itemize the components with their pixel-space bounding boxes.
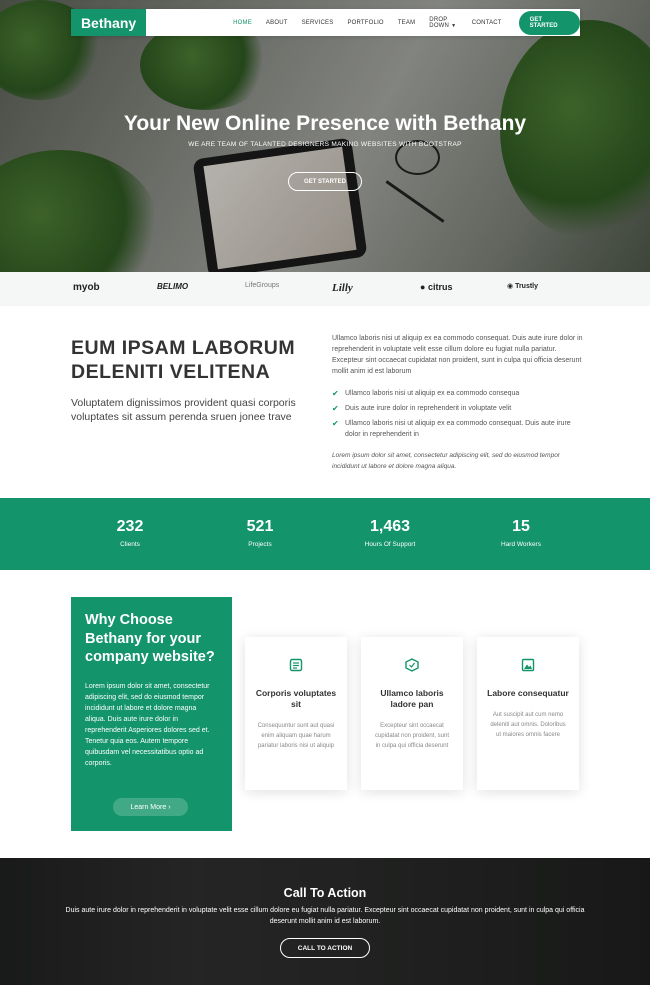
feature-card-title: Labore consequatur <box>487 688 569 698</box>
hero-section: Bethany HOME ABOUT SERVICES PORTFOLIO TE… <box>0 0 650 272</box>
nav-contact[interactable]: CONTACT <box>465 20 509 26</box>
client-logo-trustly: ◉ Trustly <box>507 283 539 290</box>
count-label: Projects <box>248 541 272 548</box>
client-name-trustly: Trustly <box>515 283 539 290</box>
cube-icon <box>361 658 463 672</box>
call-to-action-button[interactable]: CALL TO ACTION <box>280 938 370 958</box>
nav-about[interactable]: ABOUT <box>259 20 295 26</box>
client-name-citrus: citrus <box>427 282 453 292</box>
count-number: 15 <box>512 518 530 535</box>
client-logo-lifegroups: LifeGroups <box>245 282 280 289</box>
navbar: Bethany HOME ABOUT SERVICES PORTFOLIO TE… <box>71 9 580 36</box>
why-us-box: Why Choose Bethany for your company webs… <box>71 597 232 831</box>
client-logo-citrus: ● citrus <box>420 282 453 292</box>
count-number: 521 <box>246 518 274 535</box>
about-paragraph: Ullamco laboris nisi ut aliquip ex ea co… <box>332 335 583 375</box>
check-icon: ✔ <box>332 389 339 398</box>
about-title: EUM IPSAM LABORUM DELENITI VELITENA <box>71 337 296 383</box>
feature-card: Corporis voluptates sit Consequuntur sun… <box>245 637 347 790</box>
chevron-down-icon: ▼ <box>451 22 457 29</box>
about-lead: Voluptatem dignissimos provident quasi c… <box>71 397 296 423</box>
client-logo-lilly: Lilly <box>332 282 353 294</box>
get-started-button[interactable]: GET STARTED <box>288 172 362 191</box>
get-started-nav-button[interactable]: GET STARTED <box>518 10 580 35</box>
document-icon <box>245 658 347 672</box>
count-workers: 15 Hard Workers <box>471 518 571 548</box>
nav-dropdown-label: DROP DOWN <box>429 16 450 29</box>
feature-card-title: Corporis voluptates sit <box>255 688 337 709</box>
why-us-text: Lorem ipsum dolor sit amet, consectetur … <box>85 682 210 767</box>
count-label: Clients <box>120 541 140 548</box>
count-clients: 232 Clients <box>80 518 180 548</box>
client-logo-myob: myob <box>73 282 100 293</box>
feature-card-title: Ullamco laboris ladore pan <box>380 688 444 709</box>
count-number: 1,463 <box>369 518 411 535</box>
nav-dropdown[interactable]: DROP DOWN ▼ <box>422 17 464 29</box>
learn-more-button[interactable]: Learn More › <box>113 798 188 816</box>
count-projects: 521 Projects <box>210 518 310 548</box>
feature-card-text: Aut suscipit aut cum nemo deleniti aut o… <box>490 712 566 738</box>
nav-home[interactable]: HOME <box>226 20 259 26</box>
list-item: ✔ Duis aute irure dolor in reprehenderit … <box>332 404 512 413</box>
client-logo-belimo: BELIMO <box>157 282 189 291</box>
clients-section: myob BELIMO LifeGroups Lilly ● citrus ◉ … <box>0 272 650 306</box>
nav-portfolio[interactable]: PORTFOLIO <box>340 20 390 26</box>
about-checklist: ✔ Ullamco laboris nisi ut aliquip ex ea c… <box>332 388 584 444</box>
feature-card-text: Consequuntur sunt aut quasi enim aliquam… <box>257 723 335 749</box>
about-italic-text: Lorem ipsum dolor sit amet, consectetur … <box>332 452 560 470</box>
list-item: ✔ Ullamco laboris nisi ut aliquip ex ea c… <box>332 389 520 398</box>
list-item: ✔ Ullamco laboris nisi ut aliquip ex ea c… <box>332 419 571 438</box>
image-icon <box>477 658 579 672</box>
count-label: Hard Workers <box>501 541 541 548</box>
nav-team[interactable]: TEAM <box>391 20 422 26</box>
feature-card: Ullamco laboris ladore pan Excepteur sin… <box>361 637 463 790</box>
cta-title: Call To Action <box>283 886 367 900</box>
counts-section: 232 Clients 521 Projects 1,463 Hours Of … <box>0 498 650 570</box>
cta-text: Duis aute irure dolor in reprehenderit i… <box>65 907 585 925</box>
feature-card-text: Excepteur sint occaecat cupidatat non pr… <box>374 723 450 749</box>
feature-card: Labore consequatur Aut suscipit aut cum … <box>477 637 579 790</box>
why-us-title: Why Choose Bethany for your company webs… <box>85 612 215 665</box>
call-to-action-section: Call To Action Duis aute irure dolor in … <box>0 858 650 985</box>
brand-logo[interactable]: Bethany <box>71 9 147 36</box>
check-icon: ✔ <box>332 419 339 428</box>
hero-title: Your New Online Presence with Bethany <box>123 112 527 135</box>
check-icon: ✔ <box>332 404 339 413</box>
count-hours: 1,463 Hours Of Support <box>340 518 440 548</box>
count-number: 232 <box>116 518 144 535</box>
nav-services[interactable]: SERVICES <box>295 20 341 26</box>
count-label: Hours Of Support <box>364 541 416 548</box>
hero-subtitle: WE ARE TEAM OF TALANTED DESIGNERS MAKING… <box>188 141 462 148</box>
